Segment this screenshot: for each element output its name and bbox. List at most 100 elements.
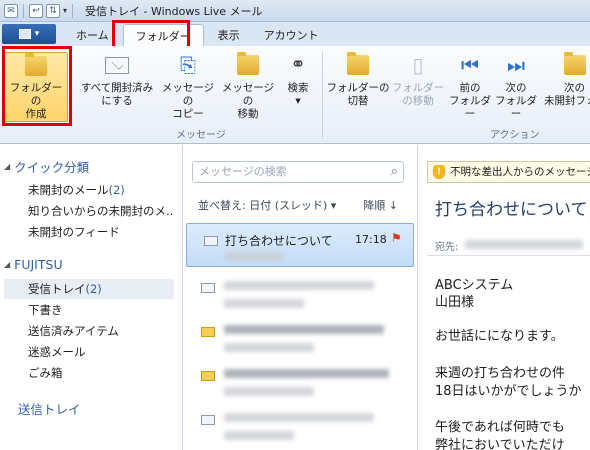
shield-icon: ! [433,165,445,179]
send-receive-icon[interactable]: ⇅ [46,3,60,18]
message-time: 17:18 [355,233,387,246]
next-unread-label-1: 次の [564,82,585,94]
folder-junk[interactable]: 迷惑メール [4,342,174,362]
reading-subject: 打ち合わせについて [435,200,588,220]
move-folder-button[interactable]: ▯ フォルダー の移動 [390,52,446,122]
title-bar: ✉ ↩ ⇅ ▾ 受信トレイ - Windows Live メール [0,0,590,22]
reply-icon[interactable]: ↩ [29,3,43,18]
account-label: FUJITSU [14,257,63,272]
sort-bar[interactable]: 並べ替え: 日付 (スレッド) ▾ 降順 ↓ [198,197,408,213]
unread-envelope-icon [201,371,215,381]
body-line: 弊社においでいただけ [435,438,565,450]
unknown-sender-warning[interactable]: ! 不明な差出人からのメッセージ [427,161,590,183]
switch-folder-label-2: 切替 [347,95,369,107]
tab-view[interactable]: 表示 [206,24,252,46]
redacted-subject [224,369,389,378]
previous-folder-button[interactable]: ⏮ 前の フォルダー [448,52,492,122]
folder-deleted[interactable]: ごみ箱 [4,363,174,383]
flag-icon[interactable]: ⚑ [391,231,402,245]
switch-folder-label-1: フォルダーの [326,82,390,94]
redacted-subject [224,325,384,334]
tab-account[interactable]: アカウント [252,24,331,46]
move-folder-label-2: の移動 [402,95,434,107]
folder-label: 知り合いからの未開封のメ... [28,204,174,218]
previous-icon: ⏮ [461,53,479,77]
unread-count: (2) [85,282,102,296]
search-button[interactable]: ⚭ 検索 ▾ [280,52,316,122]
move-message-label-2: 移動 [237,108,259,120]
envelope-icon [204,236,218,246]
mark-all-read-label-2: にする [101,95,133,107]
mark-all-read-button[interactable]: すべて開封済み にする [76,52,158,122]
app-menu-icon [18,29,31,39]
toolbar-separator [23,3,24,18]
group-label-action: アクション [490,130,540,141]
message-row[interactable] [184,359,416,403]
search-dropdown-icon: ▾ [295,95,301,107]
message-subject: 打ち合わせについて [225,234,333,248]
message-row[interactable] [184,315,416,359]
folder-pane: ◢ クイック分類 未開封のメール(2) 知り合いからの未開封のメ... 未開封の… [0,145,183,450]
folder-drafts[interactable]: 下書き [4,300,174,320]
folder-unread-feeds[interactable]: 未開封のフィード [4,222,174,242]
new-mail-icon[interactable]: ✉ [4,3,18,18]
sort-dropdown-icon: ▾ [330,199,337,212]
next-unread-folder-button[interactable]: 次の 未開封フォ [544,52,590,122]
move-message-button[interactable]: メッセージの 移動 [218,52,278,122]
body-line: 午後であれば何時でも [435,420,565,435]
message-row-selected[interactable]: 打ち合わせについて 17:18 ⚑ [186,223,414,267]
sort-label: 並べ替え: 日付 (スレッド) [198,199,328,212]
quick-views-header[interactable]: ◢ クイック分類 [4,157,89,176]
folder-inbox[interactable]: 受信トレイ(2) [4,279,174,299]
search-label: 検索 [287,82,309,94]
folder-sent-items[interactable]: 送信済みアイテム [4,321,174,341]
search-input[interactable]: メッセージの検索 ⌕ [192,161,404,183]
message-list-pane: メッセージの検索 ⌕ 並べ替え: 日付 (スレッド) ▾ 降順 ↓ 打ち合わせに… [184,145,418,450]
sort-direction[interactable]: 降順 ↓ [363,197,398,213]
app-menu-button[interactable]: ▾ [2,24,56,44]
folder-unread-from-contacts[interactable]: 知り合いからの未開封のメ... [4,201,174,221]
redacted-sender [224,299,304,308]
account-header[interactable]: ◢ FUJITSU [4,257,63,272]
folder-label: 送信済みアイテム [28,324,119,338]
folder-label: 未開封のメール [28,183,109,197]
warning-text: 不明な差出人からのメッセージ [450,166,590,178]
collapse-icon: ◢ [4,260,11,269]
folder-unread-mail[interactable]: 未開封のメール(2) [4,180,174,200]
next-folder-button[interactable]: ⏭ 次の フォルダー [494,52,538,122]
redacted-sender [225,252,283,261]
body-line: 18日はいかがでしょうか [435,384,582,399]
next-unread-label-2: 未開封フォ [544,95,590,107]
previous-folder-label-2: フォルダー [449,95,491,120]
outbox-folder[interactable]: 送信トレイ [18,399,81,418]
redacted-recipient [465,240,583,249]
copy-message-button[interactable]: ⎘ メッセージの コピー [158,52,218,122]
move-folder-disabled-icon: ▯ [412,53,424,77]
unread-count: (2) [108,183,125,197]
header-divider [427,255,590,256]
window-title: 受信トレイ - Windows Live メール [85,4,263,18]
search-icon[interactable]: ⌕ [391,162,398,182]
search-placeholder: メッセージの検索 [199,165,287,178]
folder-label: 未開封のフィード [28,225,120,239]
move-folder-icon [233,52,263,78]
folder-label: 受信トレイ [28,282,86,296]
copy-message-label-2: コピー [172,108,204,120]
unread-envelope-icon [201,327,215,337]
previous-folder-label-1: 前の [459,82,481,94]
message-row[interactable] [184,271,416,315]
reading-pane: ! 不明な差出人からのメッセージ 打ち合わせについて 宛先: ABCシステム 山… [419,145,590,450]
move-message-label-1: メッセージの [221,82,275,107]
envelope-icon [102,52,132,78]
switch-folder-icon [343,52,373,78]
folder-label: 下書き [28,303,63,317]
switch-folder-button[interactable]: フォルダーの 切替 [326,52,390,122]
recipient-label: 宛先: [435,242,459,253]
body-line: ABCシステム [435,278,514,293]
folder-label: 迷惑メール [28,345,86,359]
redacted-subject [224,281,374,290]
message-row[interactable] [184,403,416,447]
copy-icon: ⎘ [180,53,196,77]
binoculars-icon: ⚭ [290,54,306,75]
qat-dropdown-icon[interactable]: ▾ [63,6,67,15]
